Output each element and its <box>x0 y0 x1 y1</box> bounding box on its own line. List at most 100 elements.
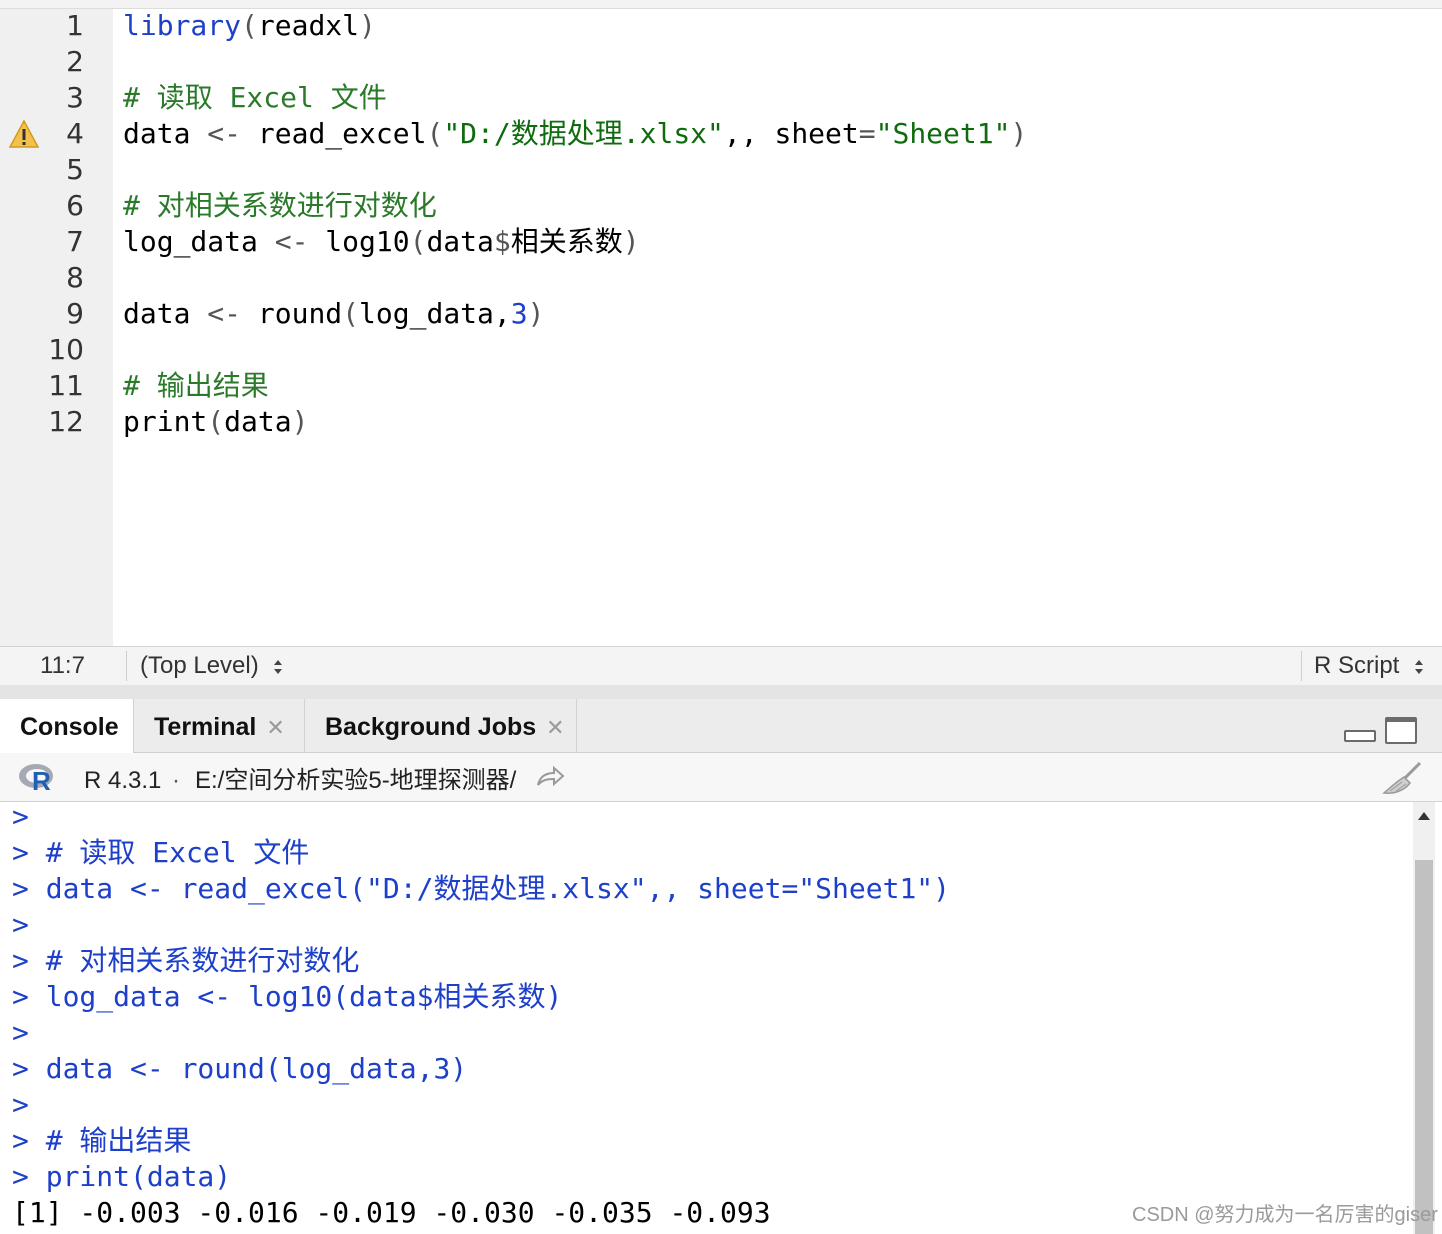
console-scrollbar[interactable] <box>1413 802 1435 1234</box>
echoed-command: data <- read_excel("D:/数据处理.xlsx",, shee… <box>28 872 951 905</box>
code-token: 3 <box>510 297 528 330</box>
tab-label: Background Jobs <box>325 713 537 741</box>
status-divider <box>126 651 127 681</box>
line-number: 5 <box>66 153 84 186</box>
goto-directory-icon[interactable] <box>535 765 565 789</box>
code-line[interactable]: # 输出结果 <box>123 368 269 404</box>
code-token: ( <box>342 297 360 330</box>
line-number: 7 <box>66 225 84 258</box>
console-input-line: > <box>12 802 29 835</box>
output-text: [1] -0.003 -0.016 -0.019 -0.030 -0.035 -… <box>12 1196 771 1229</box>
console-prompt: > <box>12 1016 29 1049</box>
scope-selector[interactable]: (Top Level) <box>140 647 283 685</box>
line-number: 12 <box>48 405 84 438</box>
code-token: ( <box>426 117 444 150</box>
scroll-up-icon[interactable] <box>1418 812 1430 820</box>
code-token: data <box>224 405 292 438</box>
code-token: read_excel <box>241 117 427 150</box>
console-input-line: > data <- read_excel("D:/数据处理.xlsx",, sh… <box>12 871 950 907</box>
svg-text:R: R <box>32 766 51 793</box>
code-token: data <box>123 117 208 150</box>
working-directory: E:/空间分析实验5-地理探测器/ <box>195 767 517 794</box>
r-logo-icon: R <box>19 764 53 793</box>
filetype-selector[interactable]: R Script <box>1314 647 1424 685</box>
code-token: "D:/数据处理.xlsx" <box>443 117 724 150</box>
console-prompt: > <box>12 1088 29 1121</box>
tab-terminal[interactable]: Terminal ✕ <box>134 699 305 752</box>
editor-status-bar: 11:7 (Top Level) R Script <box>0 646 1442 686</box>
close-icon[interactable]: ✕ <box>266 715 284 740</box>
header-separator: · <box>172 767 180 794</box>
code-token: log_data <box>123 225 275 258</box>
code-line[interactable]: log_data <- log10(data$相关系数) <box>123 224 640 260</box>
console-input-line: > <box>12 1087 29 1123</box>
code-token: ,, sheet <box>723 117 859 150</box>
code-token: ( <box>409 225 427 258</box>
code-token: ) <box>359 9 376 42</box>
code-token: # 输出结果 <box>123 369 269 402</box>
echoed-command: # 读取 Excel 文件 <box>28 836 310 869</box>
scrollbar-thumb[interactable] <box>1415 860 1433 1234</box>
code-line[interactable]: data <- round(log_data,3) <box>123 296 544 332</box>
code-line[interactable]: library(readxl) <box>123 8 376 44</box>
code-token: ) <box>291 405 309 438</box>
scope-label: (Top Level) <box>140 652 259 679</box>
console-input-line: > <box>12 907 29 943</box>
tab-label: Console <box>20 713 119 741</box>
console-input-line: > data <- round(log_data,3) <box>12 1051 467 1087</box>
line-number: 10 <box>48 333 84 366</box>
code-token: $ <box>493 225 511 258</box>
code-token: "Sheet1" <box>875 117 1011 150</box>
console-prompt: > <box>12 836 29 869</box>
code-token: ) <box>527 297 545 330</box>
console-input-line: > print(data) <box>12 1159 231 1195</box>
console-prompt: > <box>12 944 29 977</box>
code-token: ( <box>207 405 225 438</box>
code-token: = <box>858 117 876 150</box>
console-input-line: > # 读取 Excel 文件 <box>12 835 309 871</box>
cursor-position: 11:7 <box>40 652 85 679</box>
code-line[interactable]: print(data) <box>123 404 308 440</box>
echoed-command: data <- round(log_data,3) <box>28 1052 468 1085</box>
console-prompt: > <box>12 802 29 833</box>
minimize-pane-icon[interactable] <box>1344 730 1376 742</box>
line-number-gutter: 1 2 3 4 5 6 7 8 9 10 11 12 <box>0 9 113 646</box>
line-number: 1 <box>66 9 84 42</box>
console-input-line: > # 输出结果 <box>12 1123 191 1159</box>
source-editor[interactable]: 1 2 3 4 5 6 7 8 9 10 11 12 library(readxl) # 读取 Exce… <box>0 0 1442 646</box>
echoed-command: log_data <- log10(data$相关系数) <box>28 980 563 1013</box>
code-token: # 读取 Excel 文件 <box>123 81 387 114</box>
line-number: 8 <box>66 261 84 294</box>
code-token: ) <box>1010 117 1028 150</box>
line-number: 11 <box>48 369 84 402</box>
code-token: ( <box>241 9 258 42</box>
console-output-line: [1] -0.003 -0.016 -0.019 -0.030 -0.035 -… <box>12 1195 771 1231</box>
code-line[interactable]: # 读取 Excel 文件 <box>123 80 387 116</box>
line-number: 3 <box>66 81 84 114</box>
code-token: # 对相关系数进行对数化 <box>123 189 437 222</box>
close-icon[interactable]: ✕ <box>546 715 564 740</box>
maximize-pane-icon[interactable] <box>1385 717 1417 744</box>
console-prompt: > <box>12 980 29 1013</box>
code-line[interactable]: # 对相关系数进行对数化 <box>123 188 437 224</box>
console-output[interactable]: > > # 读取 Excel 文件 > data <- read_excel("D:… <box>0 802 1412 1234</box>
code-token: 相关系数 <box>510 225 623 258</box>
console-prompt: > <box>12 908 29 941</box>
console-header: R R 4.3.1 · E:/空间分析实验5-地理探测器/ <box>0 753 1442 802</box>
echoed-command: # 输出结果 <box>28 1124 192 1157</box>
code-token: readxl <box>257 9 360 42</box>
code-token: log10 <box>308 225 410 258</box>
console-input-line: > # 对相关系数进行对数化 <box>12 943 359 979</box>
code-token: <- <box>207 297 242 330</box>
pane-splitter[interactable] <box>0 685 1442 699</box>
code-token: <- <box>274 225 309 258</box>
tab-label: Terminal <box>154 713 257 741</box>
code-token: data <box>426 225 494 258</box>
code-token: library <box>123 9 242 42</box>
tab-console[interactable]: Console <box>0 699 134 753</box>
clear-console-icon[interactable] <box>1380 760 1426 796</box>
tab-background-jobs[interactable]: Background Jobs ✕ <box>305 699 577 752</box>
warning-icon[interactable] <box>8 118 40 150</box>
code-line[interactable]: data <- read_excel("D:/数据处理.xlsx",, shee… <box>123 116 1027 152</box>
r-version: R 4.3.1 <box>84 767 162 794</box>
